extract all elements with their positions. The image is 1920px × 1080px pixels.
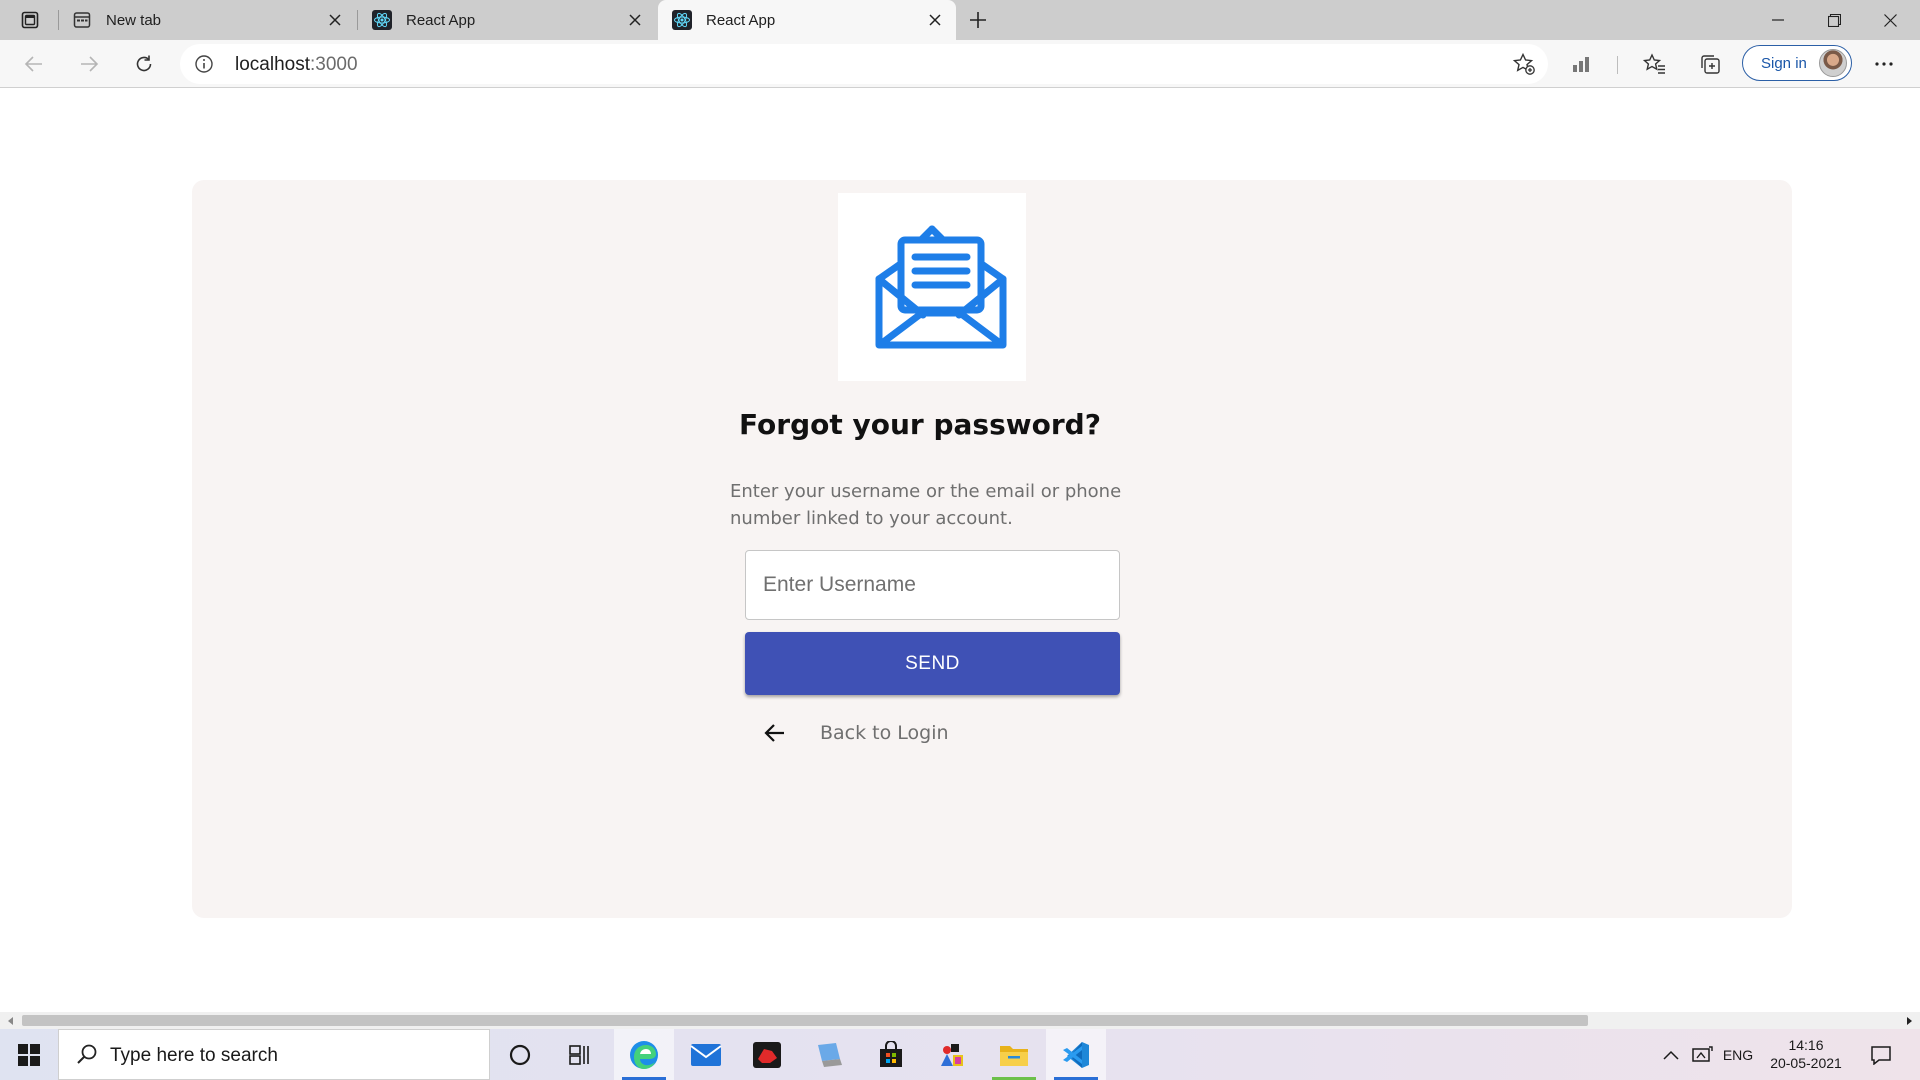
site-info-icon[interactable]: [194, 54, 214, 74]
task-view-button[interactable]: [550, 1029, 610, 1080]
new-tab-icon: [72, 10, 92, 30]
taskbar-search-box[interactable]: Type here to search: [58, 1029, 490, 1080]
forward-arrow-icon[interactable]: [73, 48, 105, 80]
taskbar-file-explorer[interactable]: [984, 1029, 1044, 1080]
folder-icon: [1000, 1045, 1028, 1066]
notifications-icon[interactable]: [1866, 1029, 1896, 1080]
toolbar-separator: [1617, 56, 1618, 74]
sign-in-button[interactable]: Sign in: [1742, 45, 1852, 81]
add-favorite-icon[interactable]: [1512, 52, 1536, 76]
task-view-icon: [569, 1044, 589, 1065]
cortana-icon: [509, 1044, 531, 1065]
taskbar-edge[interactable]: [614, 1029, 674, 1080]
more-options-icon[interactable]: [1868, 48, 1900, 80]
hero-image: [838, 193, 1026, 381]
refresh-icon[interactable]: [128, 48, 160, 80]
clock-date: 20-05-2021: [1770, 1055, 1842, 1071]
page-viewport: Forgot your password? Enter your usernam…: [0, 89, 1920, 1013]
browser-toolbar: localhost:3000 Sign in: [0, 40, 1920, 88]
browser-tab-strip: New tab React App React App: [0, 0, 1920, 40]
open-envelope-icon: [875, 225, 1007, 349]
url-port: :3000: [310, 54, 358, 75]
restore-button[interactable]: [1806, 0, 1862, 40]
new-tab-button[interactable]: [966, 8, 990, 32]
scroll-right-arrow-icon[interactable]: [1904, 1016, 1914, 1026]
close-window-button[interactable]: [1862, 0, 1918, 40]
back-to-login-label: Back to Login: [820, 722, 949, 744]
tab-actions-icon[interactable]: [14, 9, 46, 31]
tab-react-app-active[interactable]: React App: [658, 0, 956, 40]
input-language[interactable]: ENG: [1718, 1029, 1758, 1080]
arrow-left-icon: [762, 720, 788, 746]
taskbar-mail[interactable]: [676, 1029, 736, 1080]
windows-taskbar: Type here to search ENG 14:16 20-05-2021: [0, 1029, 1920, 1080]
profile-avatar: [1819, 49, 1847, 77]
vscode-icon: [1063, 1041, 1089, 1068]
performance-icon[interactable]: [1566, 48, 1598, 80]
edge-browser-icon: [630, 1040, 658, 1069]
windows-logo-icon: [18, 1043, 40, 1066]
show-hidden-icons-icon[interactable]: [1660, 1029, 1682, 1080]
taskbar-store[interactable]: [861, 1029, 921, 1080]
back-to-login-link[interactable]: Back to Login: [762, 717, 949, 749]
forgot-password-card: Forgot your password? Enter your usernam…: [192, 180, 1792, 918]
cortana-button[interactable]: [490, 1029, 550, 1080]
scroll-left-arrow-icon[interactable]: [6, 1016, 16, 1026]
username-input[interactable]: [745, 550, 1120, 620]
start-button[interactable]: [0, 1029, 58, 1080]
url-text: localhost:3000: [235, 54, 358, 76]
minimize-button[interactable]: [1750, 0, 1806, 40]
react-logo-icon: [672, 10, 692, 30]
sign-in-label: Sign in: [1761, 55, 1807, 72]
collections-icon[interactable]: [1694, 48, 1726, 80]
close-tab-icon[interactable]: [324, 9, 346, 31]
address-bar[interactable]: localhost:3000: [180, 44, 1548, 84]
network-status-icon[interactable]: [1689, 1029, 1715, 1080]
taskbar-remote-app[interactable]: [799, 1029, 859, 1080]
page-description: Enter your username or the email or phon…: [730, 481, 1122, 529]
page-title: Forgot your password?: [739, 408, 1101, 441]
paint-app-icon: [941, 1043, 963, 1066]
send-button[interactable]: SEND: [745, 632, 1120, 695]
taskbar-paint-3d[interactable]: [922, 1029, 982, 1080]
tab-react-app[interactable]: React App: [358, 0, 656, 40]
horizontal-scrollbar[interactable]: [0, 1012, 1920, 1029]
taskbar-game-app[interactable]: [737, 1029, 797, 1080]
mail-icon: [690, 1043, 722, 1066]
close-tab-icon[interactable]: [624, 9, 646, 31]
tab-title: React App: [406, 11, 476, 29]
back-arrow-icon[interactable]: [18, 48, 50, 80]
taskbar-vscode[interactable]: [1046, 1029, 1106, 1080]
tab-title: React App: [706, 11, 776, 29]
remote-desktop-icon: [818, 1042, 842, 1067]
url-host: localhost: [235, 54, 310, 75]
favorites-icon[interactable]: [1639, 48, 1671, 80]
react-logo-icon: [372, 10, 392, 30]
search-placeholder: Type here to search: [110, 1045, 278, 1066]
search-icon: [77, 1044, 97, 1064]
close-tab-icon[interactable]: [924, 9, 946, 31]
game-app-icon: [753, 1041, 781, 1068]
system-clock[interactable]: 14:16 20-05-2021: [1760, 1036, 1852, 1072]
clock-time: 14:16: [1788, 1037, 1824, 1053]
scrollbar-thumb[interactable]: [22, 1015, 1588, 1026]
tab-title: New tab: [106, 11, 162, 29]
tab-new-tab[interactable]: New tab: [58, 0, 356, 40]
store-bag-icon: [880, 1040, 902, 1067]
